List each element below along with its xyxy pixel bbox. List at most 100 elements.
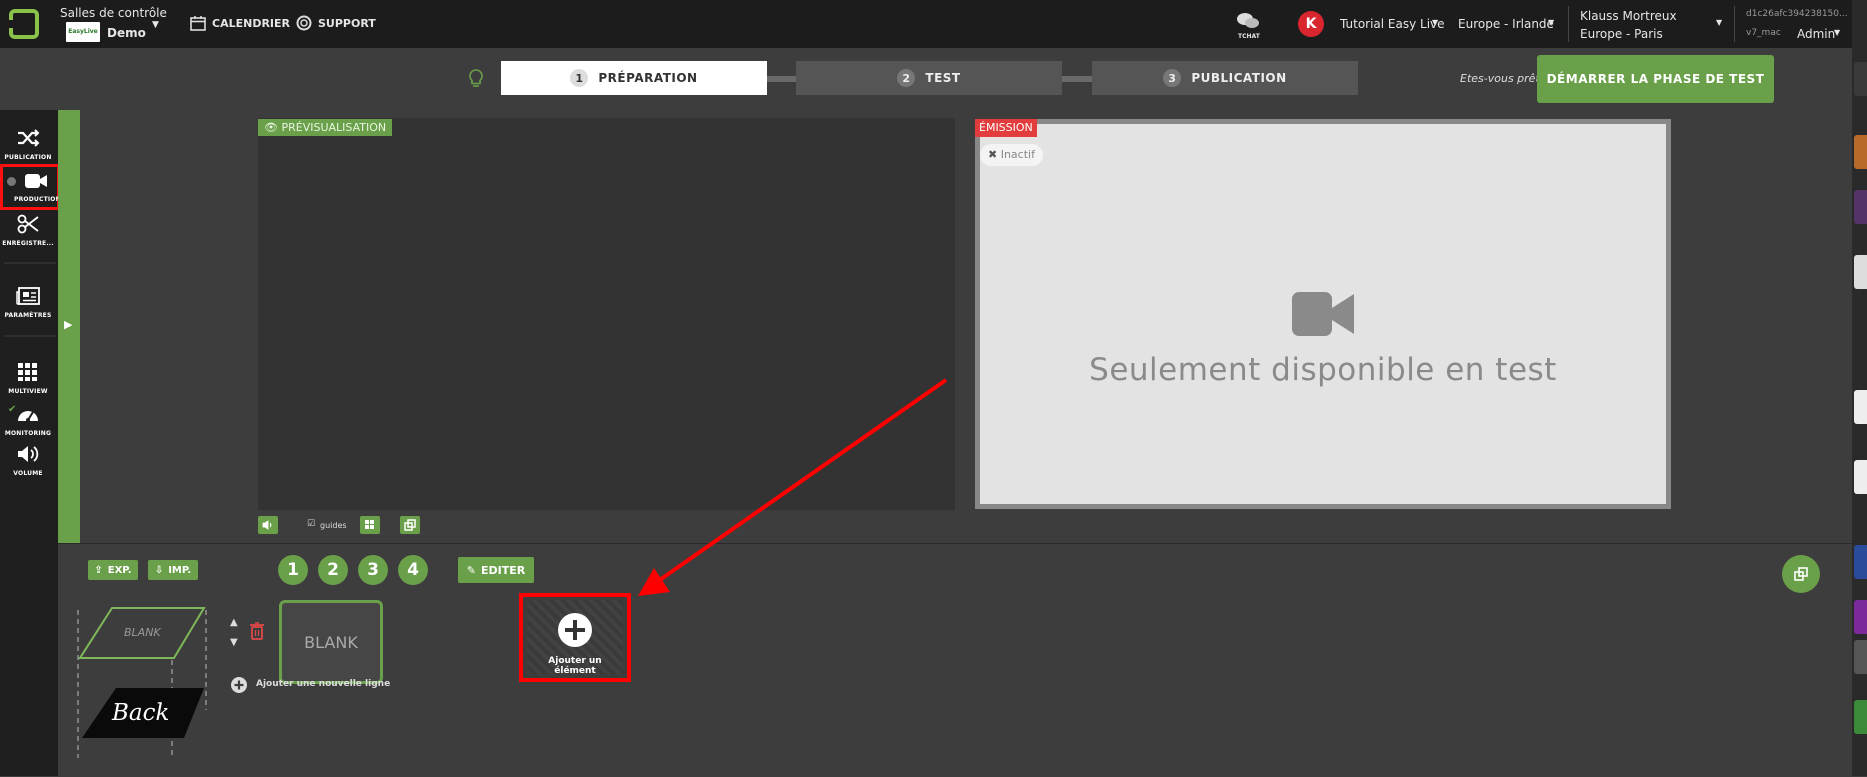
- annotation-arrow: [638, 378, 948, 596]
- fullscreen-button[interactable]: [1782, 555, 1820, 593]
- move-up-icon[interactable]: ▲: [230, 617, 238, 628]
- room-logo: EasyLive: [66, 22, 100, 42]
- dock-item[interactable]: [1854, 255, 1867, 289]
- inactive-status-badge: ✖ Inactif: [980, 144, 1043, 166]
- newspaper-icon: [16, 287, 40, 305]
- trash-icon[interactable]: [249, 622, 265, 640]
- add-line-link[interactable]: Ajouter une nouvelle ligne: [256, 679, 390, 689]
- dock-item[interactable]: [1854, 460, 1867, 494]
- dock-item[interactable]: [1854, 700, 1867, 734]
- app-logo-icon[interactable]: [8, 8, 40, 40]
- layer-stack-illustration: [77, 607, 207, 758]
- dock-item[interactable]: [1854, 190, 1867, 224]
- blank-element-card[interactable]: BLANK: [279, 600, 383, 684]
- layout-windows-button[interactable]: [360, 516, 380, 534]
- layer-4-button[interactable]: 4: [398, 555, 428, 585]
- room-name[interactable]: Demo: [107, 26, 146, 40]
- layer-1-button[interactable]: 1: [278, 555, 308, 585]
- region-chevron-down-icon[interactable]: ▼: [1548, 18, 1554, 27]
- step-label: PRÉPARATION: [598, 71, 698, 85]
- role-chevron-down-icon[interactable]: ▼: [1834, 28, 1840, 37]
- step-label: TEST: [925, 71, 961, 85]
- ready-text: Etes-vous prêt: [1460, 72, 1540, 85]
- step-test[interactable]: 2 TEST: [796, 61, 1062, 95]
- guides-checkbox[interactable]: ☑: [307, 519, 315, 529]
- step-number: 1: [570, 69, 589, 87]
- emission-label: ÉMISSION: [975, 119, 1037, 137]
- dashboard-gauge-icon: [18, 411, 38, 422]
- sidebar-item-publication[interactable]: PUBLICATION: [0, 128, 56, 161]
- video-camera-icon: [25, 174, 47, 188]
- dock-item[interactable]: [1854, 390, 1867, 424]
- dock-item[interactable]: [1854, 135, 1867, 169]
- lightbulb-icon[interactable]: [468, 68, 484, 90]
- shuffle-icon: [18, 129, 40, 147]
- edit-button[interactable]: ✎ EDITER: [458, 557, 534, 583]
- preview-volume-button[interactable]: [258, 516, 278, 534]
- volume-icon: [18, 446, 39, 462]
- layer-3-button[interactable]: 3: [358, 555, 388, 585]
- add-element-button[interactable]: Ajouter un élément: [527, 600, 623, 676]
- calendar-icon: [190, 16, 206, 31]
- close-icon: ✖: [988, 148, 998, 161]
- step-connector: [766, 76, 798, 82]
- add-element-label: Ajouter un élément: [548, 656, 602, 676]
- move-down-icon[interactable]: ▼: [230, 637, 238, 648]
- role-selector[interactable]: Admin: [1797, 27, 1835, 41]
- import-button[interactable]: ⇩ IMP.: [148, 560, 198, 580]
- step-number: 2: [897, 69, 916, 87]
- sidebar-item-label: VOLUME: [13, 470, 43, 477]
- step-connector: [1061, 76, 1093, 82]
- user-chevron-down-icon[interactable]: ▼: [1716, 18, 1722, 27]
- sidebar-item-monitoring[interactable]: MONITORING: [0, 404, 56, 437]
- start-test-button[interactable]: DÉMARRER LA PHASE DE TEST: [1537, 55, 1774, 103]
- step-label: PUBLICATION: [1191, 71, 1287, 85]
- add-circle-icon: [558, 613, 592, 647]
- sidebar-item-label: MONITORING: [4, 430, 52, 437]
- avatar[interactable]: K: [1298, 11, 1324, 37]
- sidebar-item-multiview[interactable]: MULTIVIEW: [0, 362, 56, 395]
- scissors-icon: [17, 214, 39, 234]
- export-button[interactable]: ⇪ EXP.: [88, 560, 138, 580]
- dock-item[interactable]: [1854, 545, 1867, 579]
- dock-item[interactable]: [1854, 640, 1867, 674]
- user-name[interactable]: Klauss Mortreux: [1580, 9, 1677, 23]
- add-circle-icon[interactable]: [230, 676, 248, 694]
- control-rooms-label: Salles de contrôle: [60, 6, 167, 20]
- guides-label: guides: [320, 521, 347, 530]
- tutorial-chevron-down-icon[interactable]: ▼: [1432, 18, 1438, 27]
- dock-item[interactable]: [1854, 62, 1867, 96]
- expand-arrow-icon[interactable]: ▶: [64, 318, 72, 331]
- video-camera-icon: [1292, 292, 1354, 336]
- sidebar-item-label: PARAMÈTRES: [4, 312, 52, 319]
- popout-button[interactable]: [400, 516, 420, 534]
- sidebar-item-settings[interactable]: PARAMÈTRES: [0, 286, 56, 319]
- sidebar-item-volume[interactable]: VOLUME: [0, 444, 56, 477]
- room-dropdown-icon[interactable]: ▼: [152, 20, 159, 30]
- sidebar-item-label: PRODUCTION: [14, 196, 61, 203]
- layer-2-button[interactable]: 2: [318, 555, 348, 585]
- divider: [1734, 6, 1735, 42]
- dock-item[interactable]: [1854, 600, 1867, 634]
- import-label: IMP.: [168, 564, 192, 576]
- upload-icon: ⇪: [94, 564, 103, 576]
- chat-icon[interactable]: [1236, 12, 1260, 30]
- divider: [1568, 6, 1569, 42]
- support-link[interactable]: SUPPORT: [318, 17, 376, 30]
- sidebar-divider: [4, 335, 56, 337]
- sidebar-item-recordings[interactable]: ENREGISTRE...: [0, 214, 56, 247]
- calendar-link[interactable]: CALENDRIER: [212, 17, 290, 30]
- version-label: v7_mac: [1746, 28, 1781, 38]
- sidebar-item-label: ENREGISTRE...: [2, 240, 54, 247]
- edit-label: EDITER: [480, 563, 526, 577]
- tutorial-selector[interactable]: Tutorial Easy Live: [1340, 17, 1445, 31]
- region-selector[interactable]: Europe - Irlande: [1458, 17, 1554, 31]
- chat-label: TCHAT: [1238, 33, 1260, 40]
- sidebar-item-label: MULTIVIEW: [8, 388, 48, 395]
- step-preparation[interactable]: 1 PRÉPARATION: [501, 61, 767, 95]
- sidebar-item-production[interactable]: PRODUCTION: [14, 172, 61, 203]
- external-window-icon: [404, 519, 416, 531]
- sidebar-item-label: PUBLICATION: [4, 154, 52, 161]
- step-publication[interactable]: 3 PUBLICATION: [1092, 61, 1358, 95]
- back-layer-label: Back: [112, 700, 170, 726]
